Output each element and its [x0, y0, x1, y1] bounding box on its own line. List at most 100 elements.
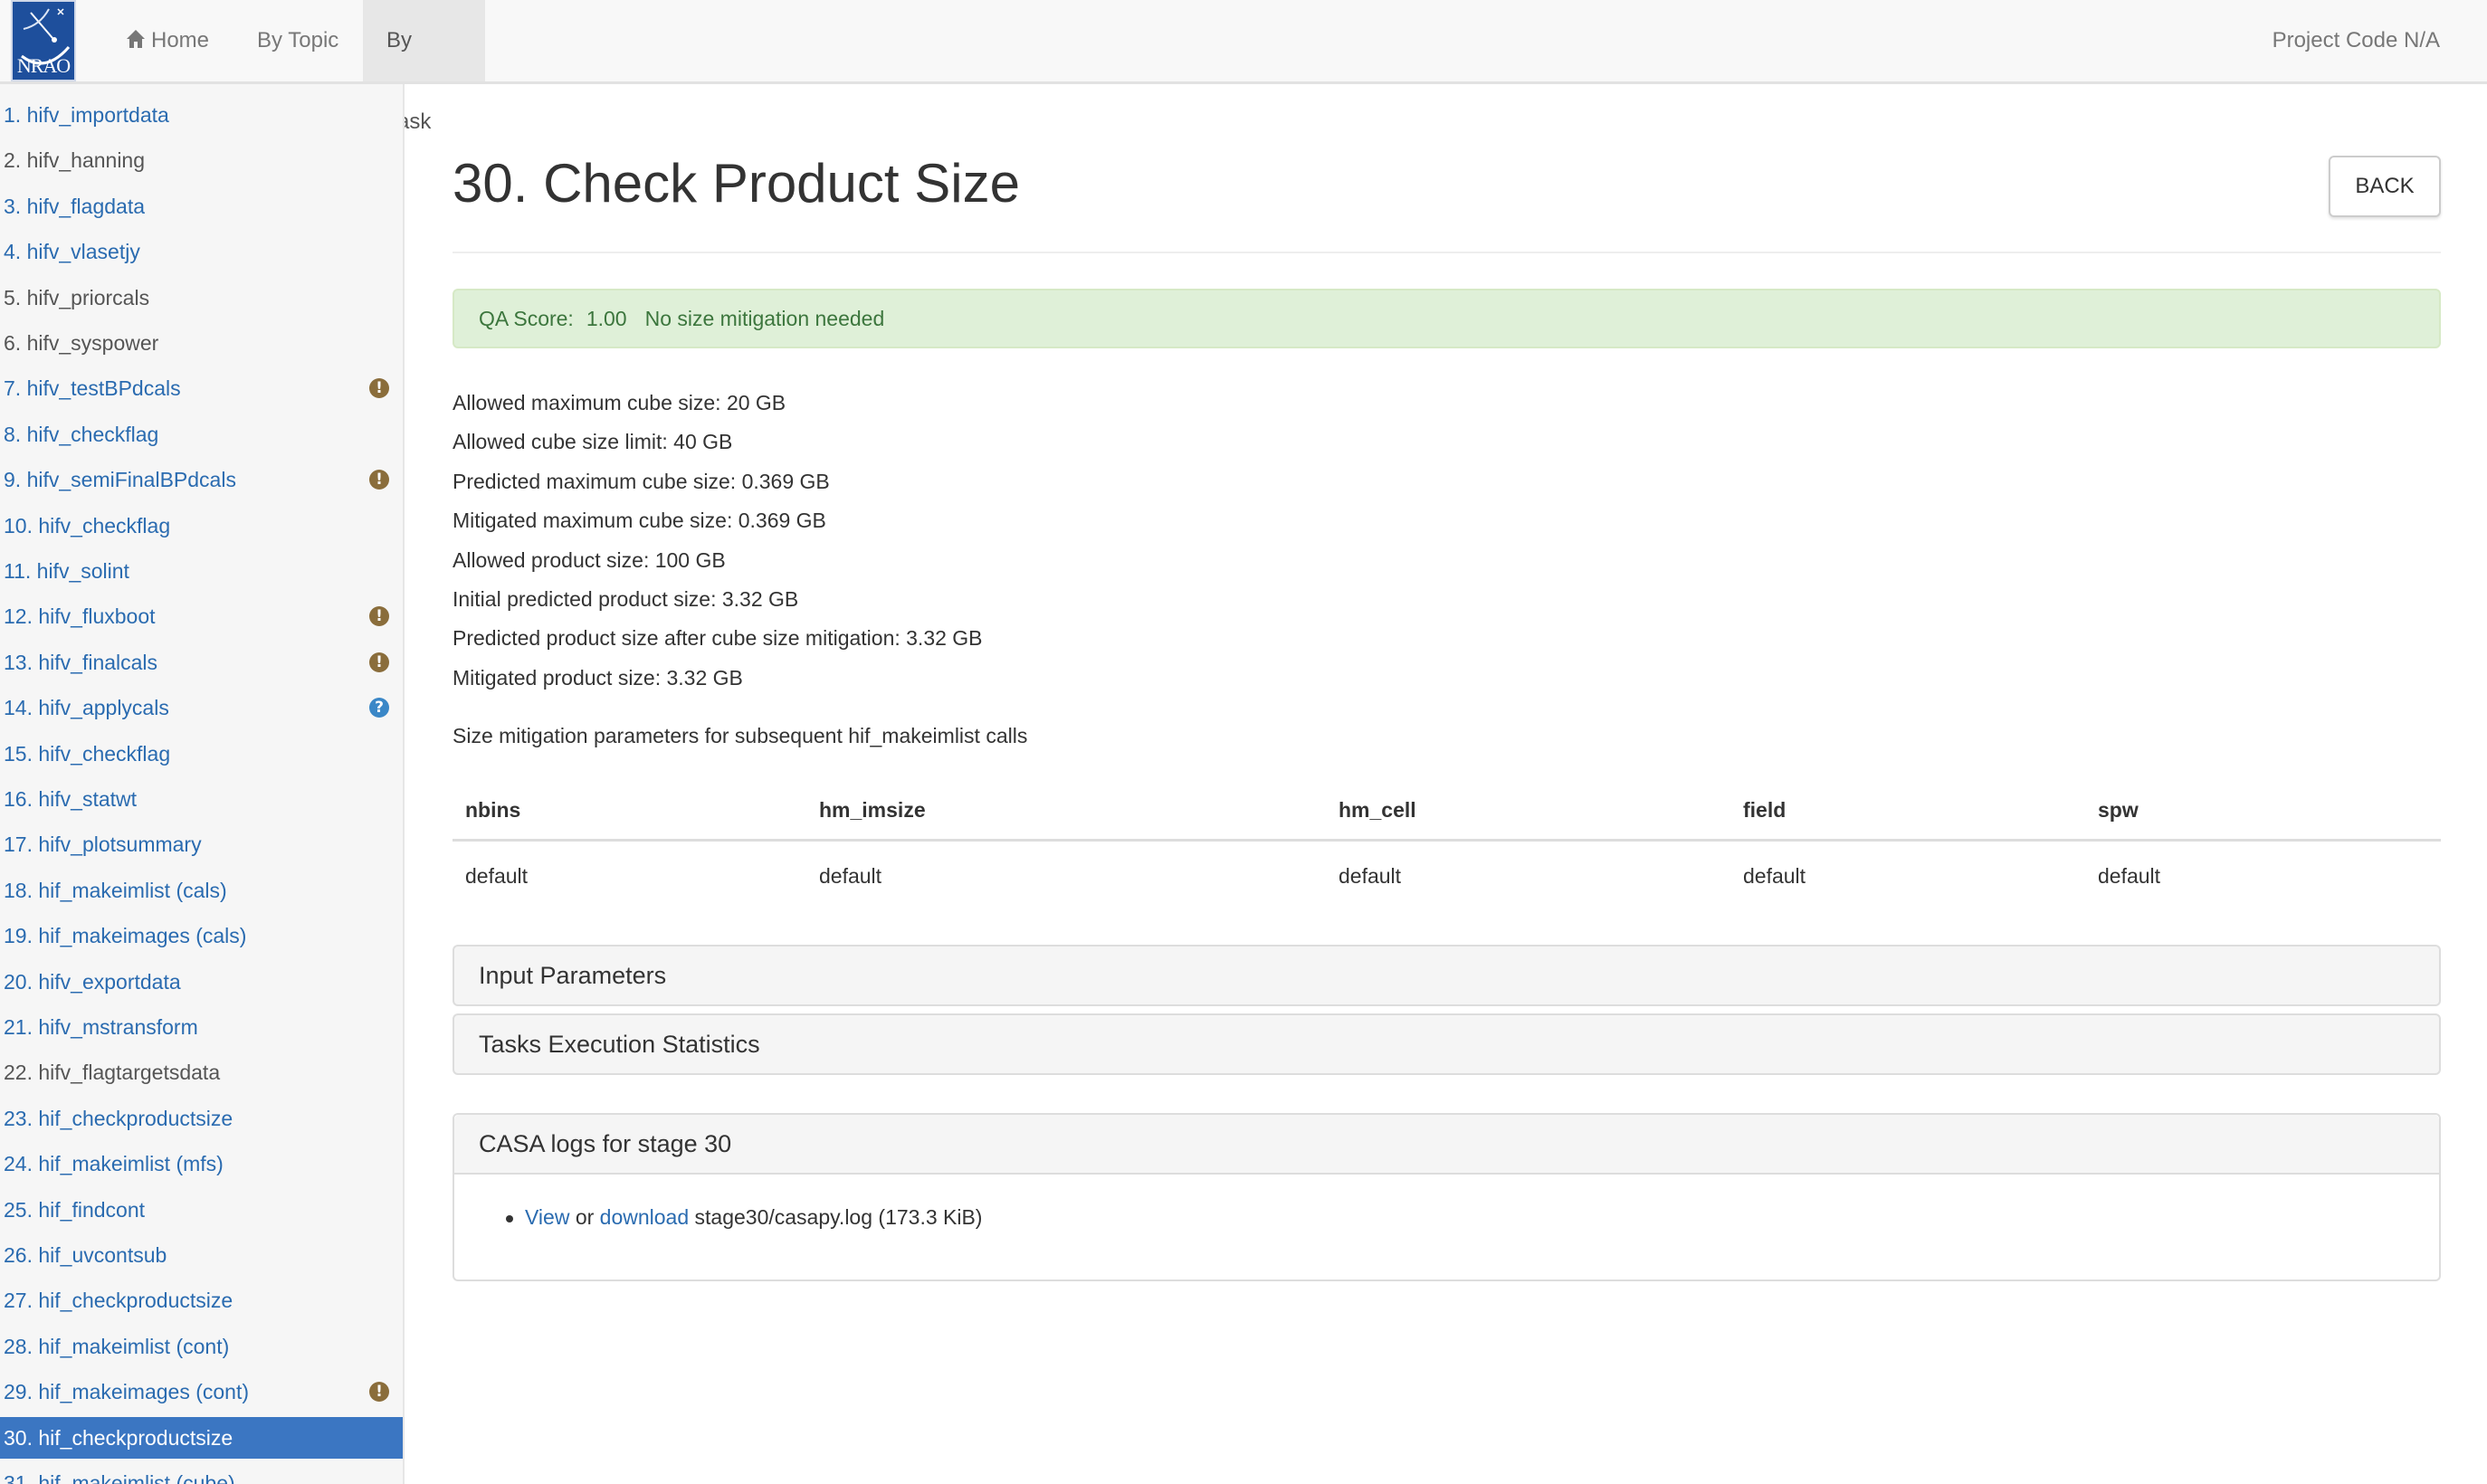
- home-icon: [125, 3, 147, 84]
- sidebar-item[interactable]: 15. hifv_checkflag: [0, 733, 403, 775]
- warning-icon: !: [369, 470, 389, 490]
- table-cell-hm-cell: default: [1339, 864, 1402, 888]
- sidebar-item[interactable]: 31. hif_makeimlist (cube): [0, 1462, 403, 1484]
- sidebar-item-label: 3. hifv_flagdata: [4, 194, 146, 218]
- back-button[interactable]: BACK: [2329, 156, 2441, 217]
- input-parameters-panel[interactable]: Input Parameters: [453, 945, 2441, 1006]
- sidebar-item-label: 16. hifv_statwt: [4, 787, 138, 811]
- sidebar-item[interactable]: 7. hifv_testBPdcals!: [0, 367, 403, 409]
- sidebar-item[interactable]: 5. hifv_priorcals: [0, 277, 403, 319]
- qa-score-value: 1.00: [586, 307, 627, 330]
- task-sidebar: 1. hifv_importdata 2. hifv_hanning 3. hifv…: [0, 84, 405, 1484]
- sidebar-item[interactable]: 17. hifv_plotsummary: [0, 823, 403, 865]
- warning-icon: !: [369, 606, 389, 627]
- sidebar-item-label: 15. hifv_checkflag: [4, 741, 171, 766]
- sidebar-item-label: 24. hif_makeimlist (mfs): [4, 1152, 224, 1176]
- casa-logs-panel: CASA logs for stage 30 View or download …: [453, 1113, 2441, 1281]
- sidebar-item[interactable]: 26. hif_uvcontsub: [0, 1234, 403, 1276]
- title-divider: [453, 252, 2441, 253]
- sidebar-item[interactable]: 4. hifv_vlasetjy: [0, 231, 403, 272]
- qa-score-label: QA Score:: [479, 307, 574, 330]
- stat-mitigated-max-cube: Mitigated maximum cube size: 0.369 GB: [453, 509, 826, 532]
- sidebar-item[interactable]: 20. hifv_exportdata: [0, 961, 403, 1003]
- stat-allowed-product: Allowed product size: 100 GB: [453, 548, 726, 572]
- casa-log-entry: View or download stage30/casapy.log (173…: [506, 1205, 983, 1230]
- log-file-name: stage30/casapy.log (173.3 KiB): [694, 1205, 983, 1229]
- casa-logs-header: CASA logs for stage 30: [454, 1115, 2439, 1175]
- sidebar-item-label: 4. hifv_vlasetjy: [4, 240, 140, 264]
- sidebar-item[interactable]: 24. hif_makeimlist (mfs): [0, 1143, 403, 1184]
- sidebar-item[interactable]: 25. hif_findcont: [0, 1189, 403, 1231]
- sidebar-item-label: 12. hifv_fluxboot: [4, 604, 156, 629]
- sidebar-item-label: 19. hif_makeimages (cals): [4, 924, 247, 948]
- sidebar-item-label: 8. hifv_checkflag: [4, 422, 159, 446]
- warning-icon: !: [369, 652, 389, 672]
- sidebar-item-label: 22. hifv_flagtargetsdata: [4, 1061, 221, 1085]
- stat-predicted-max-cube: Predicted maximum cube size: 0.369 GB: [453, 470, 830, 493]
- nav-by-task-link[interactable]: By Task: [363, 0, 485, 134]
- sidebar-item[interactable]: 6. hifv_syspower: [0, 322, 403, 364]
- sidebar-item[interactable]: 21. hifv_mstransform: [0, 1006, 403, 1048]
- table-header-hm-cell: hm_cell: [1339, 798, 1416, 822]
- stat-mitigated-product: Mitigated product size: 3.32 GB: [453, 666, 743, 690]
- nrao-logo[interactable]: NRAO: [11, 0, 76, 81]
- nav-home-link[interactable]: Home: [101, 0, 233, 81]
- sidebar-item-label: 21. hifv_mstransform: [4, 1015, 198, 1039]
- sidebar-item[interactable]: 29. hif_makeimages (cont)!: [0, 1371, 403, 1413]
- warning-icon: !: [369, 1382, 389, 1403]
- project-code: Project Code N/A: [2272, 28, 2440, 52]
- sidebar-item[interactable]: 8. hifv_checkflag: [0, 414, 403, 455]
- nav-by-topic-link[interactable]: By Topic: [233, 0, 362, 81]
- qa-score-alert: QA Score: 1.00 No size mitigation needed: [453, 289, 2441, 348]
- sidebar-item-label: 1. hifv_importdata: [4, 103, 169, 127]
- sidebar-item[interactable]: 13. hifv_finalcals!: [0, 642, 403, 683]
- page-title: 30. Check Product Size: [453, 153, 1020, 214]
- qa-score-message: No size mitigation needed: [644, 307, 885, 330]
- sidebar-item[interactable]: 28. hif_makeimlist (cont): [0, 1326, 403, 1367]
- table-cell-field: default: [1743, 864, 1806, 888]
- sidebar-item[interactable]: 30. hif_checkproductsize: [0, 1416, 403, 1459]
- sidebar-item-label: 23. hif_checkproductsize: [4, 1106, 233, 1130]
- sidebar-item[interactable]: 11. hifv_solint: [0, 550, 403, 592]
- stat-allowed-cube-limit: Allowed cube size limit: 40 GB: [453, 430, 733, 453]
- sidebar-item-label: 9. hifv_semiFinalBPdcals: [4, 468, 236, 492]
- sidebar-item[interactable]: 10. hifv_checkflag: [0, 505, 403, 547]
- sidebar-item[interactable]: 9. hifv_semiFinalBPdcals!: [0, 459, 403, 500]
- sidebar-item[interactable]: 14. hifv_applycals?: [0, 687, 403, 728]
- table-header-spw: spw: [2098, 798, 2139, 822]
- sidebar-item-label: 29. hif_makeimages (cont): [4, 1380, 250, 1404]
- sidebar-item-label: 10. hifv_checkflag: [4, 513, 171, 537]
- sidebar-item-label: 31. hif_makeimlist (cube): [4, 1471, 235, 1484]
- sidebar-item[interactable]: 18. hif_makeimlist (cals): [0, 870, 403, 911]
- sidebar-item[interactable]: 22. hifv_flagtargetsdata: [0, 1051, 403, 1093]
- tasks-execution-statistics-title[interactable]: Tasks Execution Statistics: [479, 1015, 760, 1073]
- stat-predicted-after-mitigation: Predicted product size after cube size m…: [453, 626, 983, 650]
- sidebar-item[interactable]: 12. hifv_fluxboot!: [0, 595, 403, 637]
- table-header-field: field: [1743, 798, 1787, 822]
- table-header-hm-imsize: hm_imsize: [819, 798, 926, 822]
- download-log-link[interactable]: download: [600, 1205, 689, 1229]
- sidebar-item-label: 26. hif_uvcontsub: [4, 1243, 167, 1267]
- sidebar-item[interactable]: 3. hifv_flagdata: [0, 186, 403, 227]
- tasks-execution-statistics-panel[interactable]: Tasks Execution Statistics: [453, 1013, 2441, 1075]
- view-log-link[interactable]: View: [525, 1205, 569, 1229]
- info-icon: ?: [369, 698, 389, 718]
- sidebar-item[interactable]: 27. hif_checkproductsize: [0, 1279, 403, 1321]
- sidebar-item-label: 28. hif_makeimlist (cont): [4, 1334, 230, 1358]
- casa-logs-title: CASA logs for stage 30: [479, 1130, 732, 1157]
- sidebar-item[interactable]: 19. hif_makeimages (cals): [0, 915, 403, 956]
- sidebar-item-label: 27. hif_checkproductsize: [4, 1289, 233, 1313]
- sidebar-item[interactable]: 2. hifv_hanning: [0, 139, 403, 181]
- sidebar-item[interactable]: 16. hifv_statwt: [0, 778, 403, 820]
- sidebar-item-label: 30. hif_checkproductsize: [4, 1425, 233, 1450]
- table-cell-hm-imsize: default: [819, 864, 882, 888]
- sidebar-item[interactable]: 23. hif_checkproductsize: [0, 1098, 403, 1139]
- sidebar-item-label: 17. hifv_plotsummary: [4, 832, 202, 857]
- sidebar-item[interactable]: 1. hifv_importdata: [0, 94, 403, 136]
- nav-home-label: Home: [151, 28, 210, 52]
- table-header-row: nbins hm_imsize hm_cell field spw: [453, 778, 2441, 842]
- input-parameters-title[interactable]: Input Parameters: [479, 947, 666, 1004]
- sidebar-item-label: 6. hifv_syspower: [4, 331, 159, 355]
- mitigation-caption: Size mitigation parameters for subsequen…: [453, 724, 1028, 747]
- list-bullet: [506, 1215, 513, 1222]
